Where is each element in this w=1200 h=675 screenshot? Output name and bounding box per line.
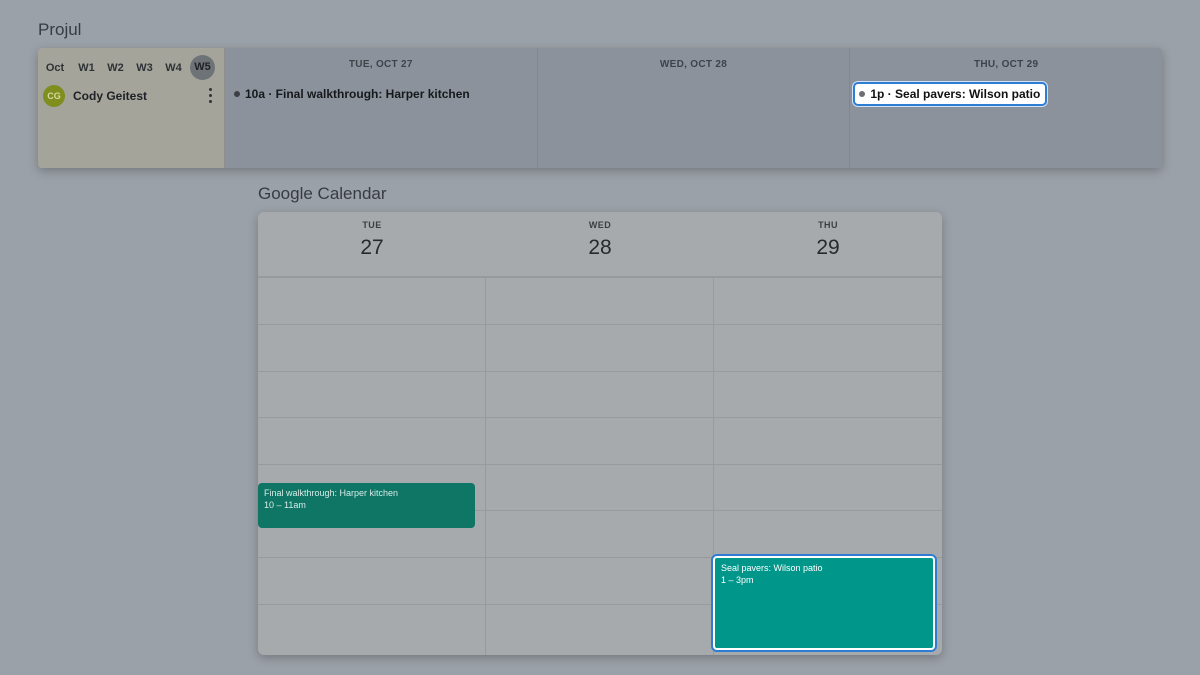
event-time: 10 – 11am	[264, 500, 306, 510]
gcal-event-walkthrough[interactable]: Final walkthrough: Harper kitchen 10 – 1…	[258, 483, 475, 528]
day-number: 27	[360, 236, 384, 259]
gcal-day-wed[interactable]: WED 28	[486, 212, 714, 276]
day-of-week: THU	[818, 220, 838, 230]
hour-line	[258, 464, 942, 465]
gcal-title: Google Calendar	[258, 184, 387, 203]
projul-day-tue: TUE, OCT 27 10a · Final walkthrough: Har…	[225, 48, 538, 168]
day-header: THU, OCT 29	[973, 59, 1039, 70]
projul-day-thu: THU, OCT 29 1p · Seal pavers: Wilson pat…	[850, 48, 1162, 168]
day-header: TUE, OCT 27	[348, 59, 413, 70]
projul-panel: Oct W1 W2 W3 W4 W5 CG Cody Geitest TUE, …	[38, 48, 1162, 168]
day-number: 29	[816, 236, 840, 259]
week-tab-w1[interactable]: W1	[72, 57, 101, 79]
gcal-panel: TUE 27 WED 28 THU 29 Final walkthrough: …	[258, 212, 942, 655]
projul-day-wed: WED, OCT 28	[538, 48, 851, 168]
day-number: 28	[588, 236, 612, 259]
event-time: 1 – 3pm	[721, 575, 754, 585]
event-title: Seal pavers: Wilson patio	[721, 563, 823, 573]
gcal-event-seal-pavers[interactable]: Seal pavers: Wilson patio 1 – 3pm	[713, 556, 935, 650]
projul-sidebar: Oct W1 W2 W3 W4 W5 CG Cody Geitest	[38, 48, 225, 168]
avatar: CG	[43, 85, 65, 107]
projul-event-seal-pavers[interactable]: 1p · Seal pavers: Wilson patio	[853, 82, 1048, 106]
hour-line	[258, 324, 942, 325]
user-name: Cody Geitest	[73, 89, 148, 103]
gcal-day-thu[interactable]: THU 29	[714, 212, 942, 276]
hour-line	[258, 371, 942, 372]
event-dot-icon	[234, 91, 240, 97]
hour-line	[258, 417, 942, 418]
event-label: 1p · Seal pavers: Wilson patio	[870, 87, 1041, 101]
user-row[interactable]: CG Cody Geitest	[43, 84, 219, 108]
day-of-week: TUE	[362, 220, 382, 230]
gcal-day-tue[interactable]: TUE 27	[258, 212, 486, 276]
week-tab-w3[interactable]: W3	[130, 57, 159, 79]
gcal-header: TUE 27 WED 28 THU 29	[258, 212, 942, 278]
event-dot-icon	[859, 91, 866, 97]
week-selector: Oct W1 W2 W3 W4 W5	[42, 55, 215, 80]
week-tab-w2[interactable]: W2	[101, 57, 130, 79]
day-of-week: WED	[588, 220, 612, 230]
day-header: WED, OCT 28	[659, 59, 728, 70]
gcal-column	[486, 278, 714, 655]
week-tab-w5[interactable]: W5	[190, 55, 215, 80]
event-label: 10a · Final walkthrough: Harper kitchen	[245, 87, 470, 101]
event-title: Final walkthrough: Harper kitchen	[264, 488, 399, 498]
week-tab-w4[interactable]: W4	[159, 57, 188, 79]
projul-title: Projul	[38, 20, 82, 39]
month-label[interactable]: Oct	[42, 57, 68, 79]
projul-event-walkthrough[interactable]: 10a · Final walkthrough: Harper kitchen	[234, 87, 470, 101]
gcal-column	[258, 278, 486, 655]
more-options-icon[interactable]	[203, 86, 217, 106]
